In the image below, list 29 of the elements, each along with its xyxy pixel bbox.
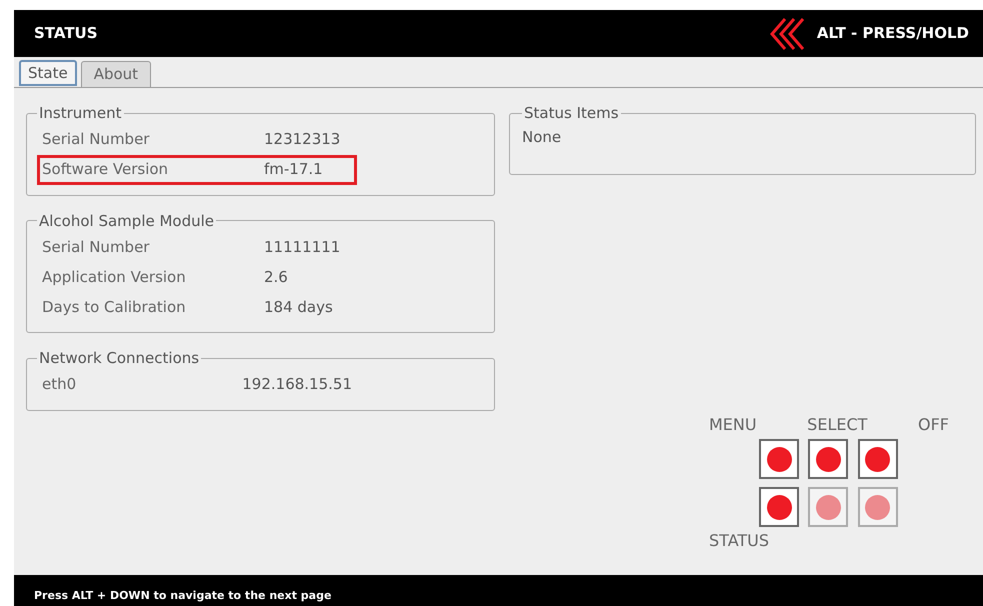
status-items-text: None (522, 128, 562, 146)
field-value: fm-17.1 (264, 159, 323, 180)
field-label: Serial Number (42, 129, 150, 150)
field-value: 184 days (264, 296, 333, 318)
key-label: MENU (709, 415, 757, 435)
status-label: STATUS (709, 531, 770, 551)
group-title: Alcohol Sample Module (38, 210, 216, 232)
tab[interactable]: State (19, 60, 77, 86)
field-label: eth0 (42, 374, 78, 396)
field-label: Days to Calibration (42, 296, 187, 318)
field-label: Serial Number (42, 236, 150, 258)
field-value: 12312313 (264, 129, 340, 150)
keypad-key[interactable] (858, 439, 898, 479)
tab[interactable]: About (80, 61, 152, 87)
keypad-key[interactable] (808, 439, 848, 479)
field-value: 192.168.15.51 (242, 374, 352, 396)
group-title: Instrument (38, 103, 123, 124)
keypad-key[interactable] (759, 439, 799, 479)
field-value: 2.6 (264, 266, 288, 288)
group-title: Network Connections (38, 348, 200, 369)
field-label: Software Version (42, 159, 170, 180)
key-label: SELECT (807, 415, 868, 435)
key-label: OFF (918, 415, 949, 435)
screen-title: STATUS (34, 23, 98, 44)
footer-hint: Press ALT + DOWN to navigate to the next page (34, 588, 332, 604)
field-value: 11111111 (264, 236, 340, 258)
field-label: Application Version (42, 266, 187, 288)
keypad-key[interactable] (759, 487, 799, 527)
alt-hint: ALT - PRESS/HOLD (816, 23, 969, 44)
